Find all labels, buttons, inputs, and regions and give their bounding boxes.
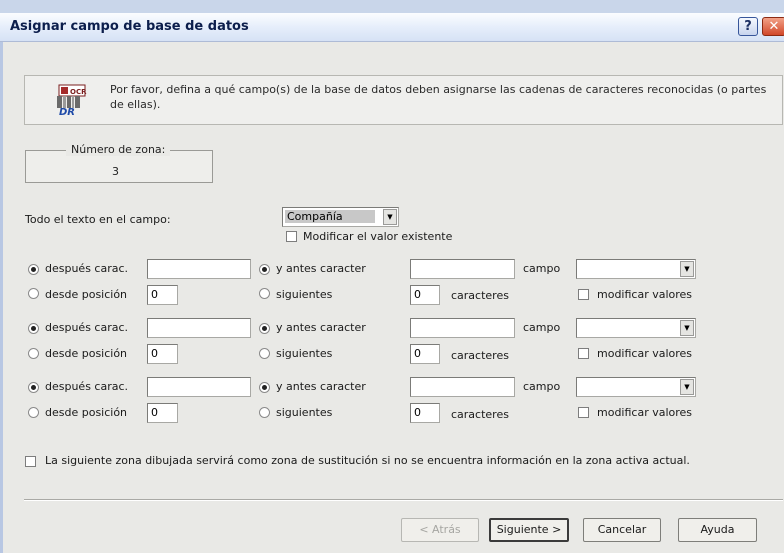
modify-values-label: modificar valores (597, 347, 693, 360)
dialog-body: OCR DR Por favor, defina a qué campo(s) … (0, 42, 784, 553)
next-chars-label: siguientes (276, 288, 333, 301)
svg-text:OCR: OCR (70, 88, 87, 96)
modify-values-checkbox[interactable] (578, 407, 589, 418)
after-char-radio[interactable] (28, 264, 39, 275)
chars-label: caracteres (451, 408, 509, 421)
after-char-label: después carac. (45, 380, 129, 393)
after-char-label: después carac. (45, 262, 129, 275)
next-button[interactable]: Siguiente > (489, 518, 569, 542)
next-chars-label: siguientes (276, 406, 333, 419)
all-text-field-select[interactable]: Compañía ▼ (282, 207, 399, 227)
before-char-radio[interactable] (259, 264, 270, 275)
before-char-input[interactable] (410, 259, 515, 279)
field-select[interactable]: ▼ (576, 377, 696, 397)
after-char-radio[interactable] (28, 382, 39, 393)
before-char-input[interactable] (410, 318, 515, 338)
chevron-down-icon[interactable]: ▼ (680, 261, 694, 277)
all-text-field-value: Compañía (285, 210, 375, 223)
substitution-zone-label: La siguiente zona dibujada servirá como … (45, 454, 690, 467)
after-char-label: después carac. (45, 321, 129, 334)
chevron-down-icon[interactable]: ▼ (680, 379, 694, 395)
modify-values-label: modificar valores (597, 406, 693, 419)
back-button[interactable]: < Atrás (401, 518, 479, 542)
next-chars-input[interactable]: 0 (410, 403, 440, 423)
after-char-input[interactable] (147, 377, 251, 397)
help-title-button[interactable]: ? (738, 17, 758, 36)
chevron-down-icon[interactable]: ▼ (680, 320, 694, 336)
field-select[interactable]: ▼ (576, 318, 696, 338)
zone-number-label: Número de zona: (66, 143, 171, 156)
all-text-label: Todo el texto en el campo: (25, 213, 171, 226)
before-char-label: y antes caracter (276, 380, 366, 393)
window-title: Asignar campo de base de datos (10, 19, 249, 34)
modify-values-checkbox[interactable] (578, 348, 589, 359)
after-char-radio[interactable] (28, 323, 39, 334)
ocr-logo-icon: OCR DR (53, 83, 89, 118)
chevron-down-icon[interactable]: ▼ (383, 209, 397, 225)
chars-label: caracteres (451, 349, 509, 362)
field-label: campo (523, 262, 561, 275)
before-char-label: y antes caracter (276, 321, 366, 334)
after-char-input[interactable] (147, 318, 251, 338)
info-text: Por favor, defina a qué campo(s) de la b… (110, 83, 767, 111)
before-char-radio[interactable] (259, 323, 270, 334)
divider (24, 499, 783, 501)
from-position-input[interactable]: 0 (147, 285, 178, 305)
next-chars-radio[interactable] (259, 407, 270, 418)
from-position-radio[interactable] (28, 407, 39, 418)
title-bar: Asignar campo de base de datos ? ✕ (0, 13, 784, 42)
modify-values-label: modificar valores (597, 288, 693, 301)
modify-existing-label: Modificar el valor existente (303, 230, 453, 243)
field-label: campo (523, 321, 561, 334)
before-char-input[interactable] (410, 377, 515, 397)
modify-values-checkbox[interactable] (578, 289, 589, 300)
chars-label: caracteres (451, 289, 509, 302)
next-chars-input[interactable]: 0 (410, 285, 440, 305)
from-position-input[interactable]: 0 (147, 344, 178, 364)
zone-number-group: Número de zona: 3 (25, 143, 213, 183)
after-char-input[interactable] (147, 259, 251, 279)
field-label: campo (523, 380, 561, 393)
from-position-radio[interactable] (28, 348, 39, 359)
modify-existing-checkbox[interactable] (286, 231, 297, 242)
from-position-label: desde posición (45, 288, 128, 301)
cancel-button[interactable]: Cancelar (583, 518, 661, 542)
zone-number-value: 3 (112, 165, 119, 178)
from-position-label: desde posición (45, 347, 128, 360)
substitution-zone-checkbox[interactable] (25, 456, 36, 467)
from-position-radio[interactable] (28, 288, 39, 299)
next-chars-radio[interactable] (259, 288, 270, 299)
from-position-label: desde posición (45, 406, 128, 419)
before-char-radio[interactable] (259, 382, 270, 393)
next-chars-label: siguientes (276, 347, 333, 360)
svg-text:DR: DR (59, 107, 75, 117)
before-char-label: y antes caracter (276, 262, 366, 275)
next-chars-radio[interactable] (259, 348, 270, 359)
from-position-input[interactable]: 0 (147, 403, 178, 423)
help-button[interactable]: Ayuda (678, 518, 757, 542)
close-button[interactable]: ✕ (762, 17, 784, 36)
field-select[interactable]: ▼ (576, 259, 696, 279)
next-chars-input[interactable]: 0 (410, 344, 440, 364)
info-panel: OCR DR Por favor, defina a qué campo(s) … (24, 75, 783, 125)
